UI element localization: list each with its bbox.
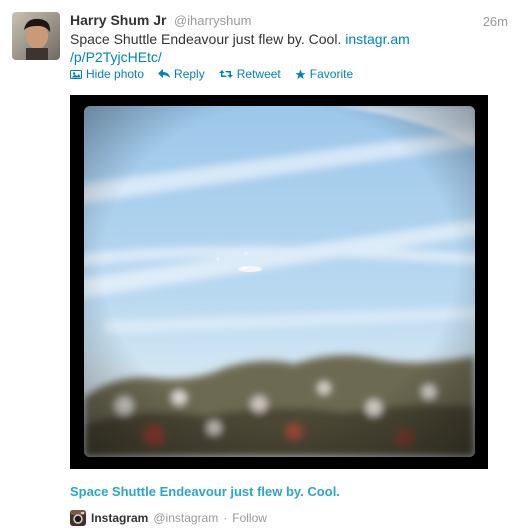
author-fullname[interactable]: Harry Shum Jr — [70, 12, 166, 28]
star-icon — [295, 68, 306, 79]
tweet-timestamp[interactable]: 26m — [483, 14, 508, 29]
media-photo-frame[interactable] — [70, 95, 488, 469]
favorite-label: Favorite — [309, 67, 354, 81]
avatar[interactable] — [12, 12, 60, 60]
reply-action[interactable]: Reply — [158, 67, 205, 81]
retweet-label: Retweet — [236, 67, 281, 81]
instagram-icon — [70, 510, 86, 526]
hide-photo-label: Hide photo — [86, 67, 145, 81]
media-source: Instagram @instagram · Follow — [70, 510, 267, 526]
hide-photo-action[interactable]: Hide photo — [70, 67, 144, 81]
tweet-text: Space Shuttle Endeavour just flew by. Co… — [70, 30, 470, 66]
media-source-name[interactable]: Instagram — [91, 511, 148, 525]
tweet-text-body: Space Shuttle Endeavour just flew by. Co… — [70, 31, 346, 47]
media-photo — [84, 106, 475, 457]
tweet-link-part1: instagr.am — [345, 31, 410, 47]
retweet-action[interactable]: Retweet — [218, 67, 281, 81]
tweet-link-part2: /p/P2TyjcHEtc/ — [70, 49, 162, 65]
avatar-image — [12, 12, 60, 60]
follow-link[interactable]: Follow — [232, 511, 267, 525]
tweet-header: Harry Shum Jr @iharryshum 26m — [70, 12, 508, 30]
shuttle-photo-image — [84, 106, 475, 457]
tweet: Harry Shum Jr @iharryshum 26m Space Shut… — [0, 0, 518, 532]
media-source-handle[interactable]: @instagram — [153, 511, 218, 525]
author-username[interactable]: @iharryshum — [174, 13, 252, 28]
favorite-action[interactable]: Favorite — [295, 67, 353, 81]
retweet-icon — [218, 70, 233, 78]
media-caption[interactable]: Space Shuttle Endeavour just flew by. Co… — [70, 484, 340, 499]
reply-icon — [158, 69, 171, 78]
tweet-actions: Hide photo Reply Retweet Favorite — [70, 67, 353, 81]
media-source-separator: · — [223, 511, 228, 525]
photo-icon — [70, 69, 82, 79]
reply-label: Reply — [174, 67, 205, 81]
